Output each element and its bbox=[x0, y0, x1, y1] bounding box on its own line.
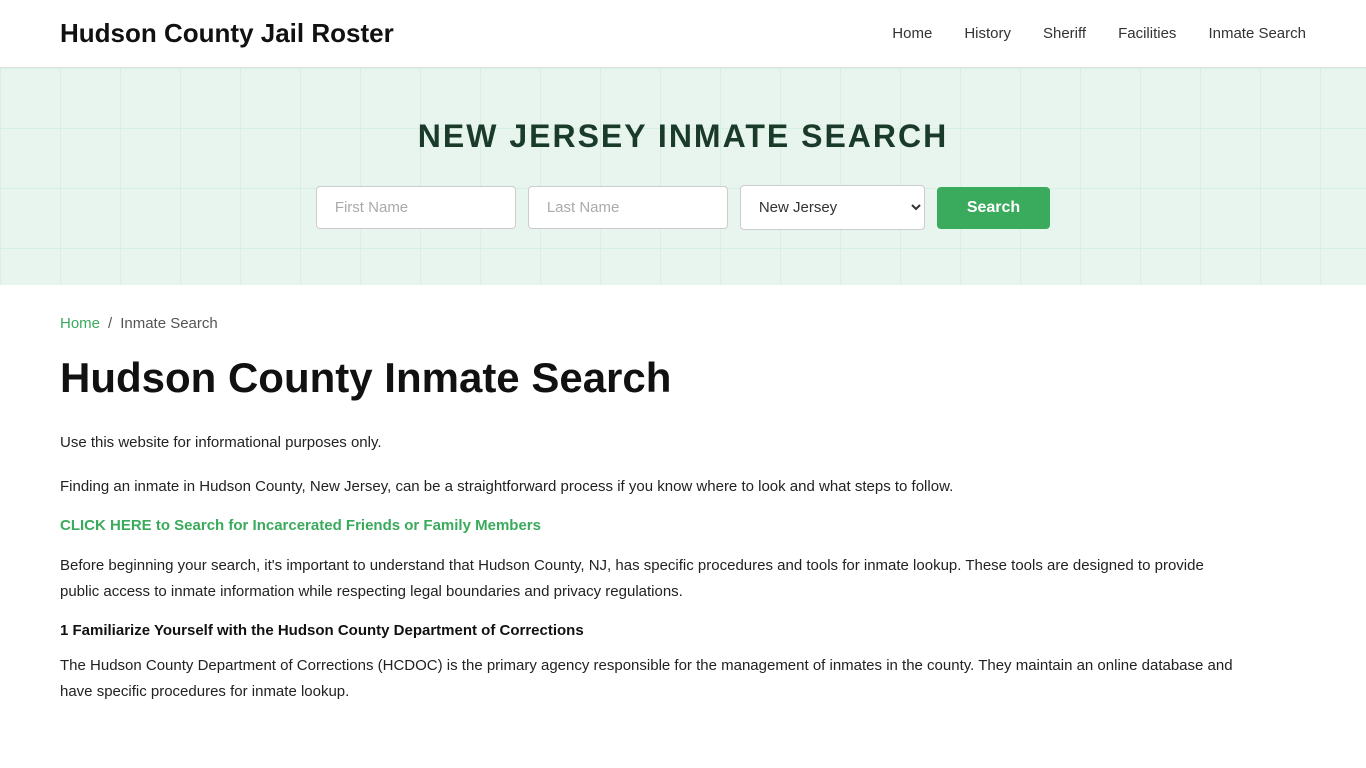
breadcrumb-current: Inmate Search bbox=[120, 315, 218, 332]
site-title: Hudson County Jail Roster bbox=[60, 18, 394, 49]
breadcrumb-home-link[interactable]: Home bbox=[60, 315, 100, 332]
breadcrumb-separator: / bbox=[108, 315, 112, 332]
body-para-4: The Hudson County Department of Correcti… bbox=[60, 653, 1240, 704]
site-nav: Home History Sheriff Facilities Inmate S… bbox=[892, 25, 1306, 42]
search-button[interactable]: Search bbox=[937, 187, 1050, 229]
section-subheading-1: 1 Familiarize Yourself with the Hudson C… bbox=[60, 622, 1240, 639]
main-content: Home / Inmate Search Hudson County Inmat… bbox=[0, 285, 1300, 762]
nav-history[interactable]: History bbox=[964, 25, 1011, 42]
nav-home[interactable]: Home bbox=[892, 25, 932, 42]
breadcrumb: Home / Inmate Search bbox=[60, 315, 1240, 332]
search-form: AlabamaAlaskaArizonaArkansasCaliforniaCo… bbox=[20, 185, 1346, 230]
click-here-link[interactable]: CLICK HERE to Search for Incarcerated Fr… bbox=[60, 517, 541, 534]
body-para-2: Finding an inmate in Hudson County, New … bbox=[60, 474, 1240, 500]
site-header: Hudson County Jail Roster Home History S… bbox=[0, 0, 1366, 68]
last-name-input[interactable] bbox=[528, 186, 728, 229]
page-heading: Hudson County Inmate Search bbox=[60, 354, 1240, 402]
nav-sheriff[interactable]: Sheriff bbox=[1043, 25, 1086, 42]
body-para-1: Use this website for informational purpo… bbox=[60, 430, 1240, 456]
banner-title: NEW JERSEY INMATE SEARCH bbox=[20, 118, 1346, 155]
first-name-input[interactable] bbox=[316, 186, 516, 229]
body-para-3: Before beginning your search, it's impor… bbox=[60, 553, 1240, 604]
nav-inmate-search[interactable]: Inmate Search bbox=[1208, 25, 1306, 42]
search-banner: NEW JERSEY INMATE SEARCH AlabamaAlaskaAr… bbox=[0, 68, 1366, 285]
state-select[interactable]: AlabamaAlaskaArizonaArkansasCaliforniaCo… bbox=[740, 185, 925, 230]
nav-facilities[interactable]: Facilities bbox=[1118, 25, 1176, 42]
